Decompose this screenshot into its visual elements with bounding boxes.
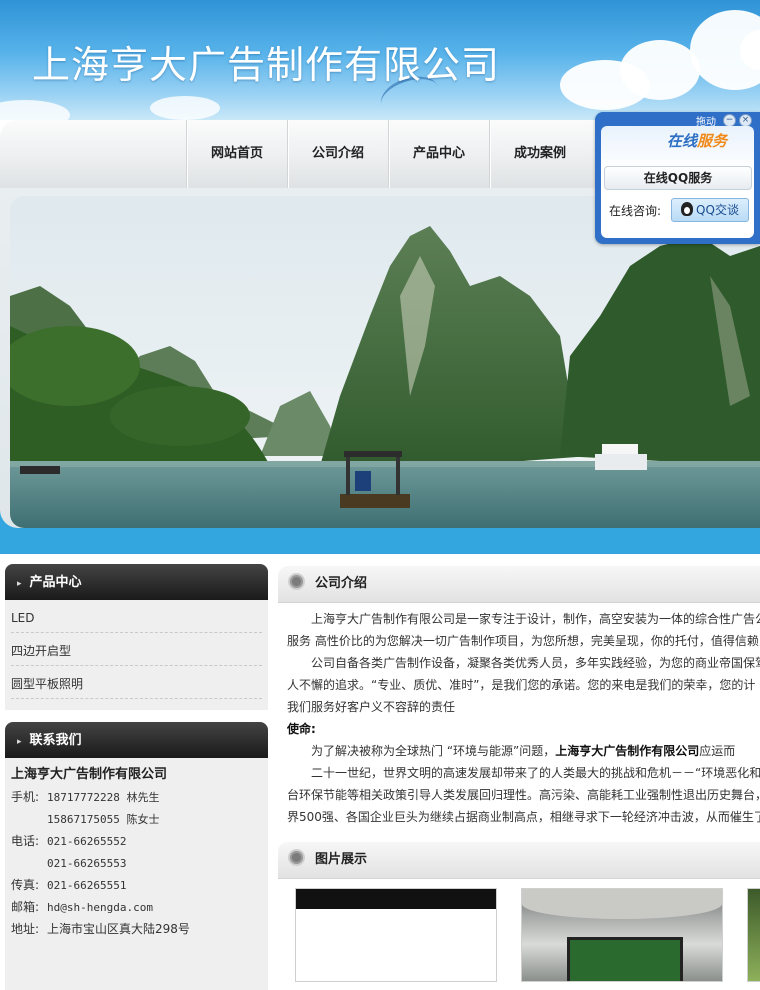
contact-info: 上海亨大广告制作有限公司 手机: 18717772228 林先生 15867175… <box>5 758 268 990</box>
mission-label: 使命: <box>287 722 316 736</box>
left-sidebar: ▸ 产品中心 LED 四边开启型 圆型平板照明 ▸ 联系我们 上海亨大广告制作有限公… <box>5 564 268 990</box>
online-service-logo: 在线服务 <box>667 132 728 150</box>
product-item-round-panel[interactable]: 圆型平板照明 <box>11 666 262 699</box>
products-box-title: ▸ 产品中心 <box>5 564 268 600</box>
nav-item-cases[interactable]: 成功案例 <box>489 120 590 188</box>
arrow-right-icon: ▸ <box>17 737 22 747</box>
gallery-thumbnail[interactable] <box>295 888 497 982</box>
contact-mobile-1: 手机: 18717772228 林先生 <box>11 790 160 804</box>
contact-box-title: ▸ 联系我们 <box>5 722 268 758</box>
nav-item-products[interactable]: 产品中心 <box>388 120 489 188</box>
cloud-decoration <box>150 96 220 120</box>
banner-image <box>10 196 760 528</box>
cloud-decoration <box>620 40 700 100</box>
qq-service-widget[interactable]: 拖动 − × 在线服务 在线QQ服务 在线咨询: QQ交谈 <box>595 112 760 244</box>
qq-penguin-icon <box>681 202 694 216</box>
contact-address: 地址: 上海市宝山区真大陆298号 <box>11 922 190 936</box>
intro-section-header: 公司介绍 <box>278 566 760 603</box>
site-header: 上海亨大广告制作有限公司 <box>0 0 760 120</box>
qq-chat-button[interactable]: QQ交谈 <box>671 198 749 222</box>
consult-label: 在线咨询: <box>609 204 662 218</box>
product-item-four-side[interactable]: 四边开启型 <box>11 633 262 666</box>
contact-email: 邮箱: hd@sh-hengda.com <box>11 900 153 914</box>
bullet-circle-icon <box>288 573 305 590</box>
cloud-decoration <box>0 100 70 120</box>
bullet-circle-icon <box>288 849 305 866</box>
arrow-right-icon: ▸ <box>17 579 22 589</box>
nav-item-about[interactable]: 公司介绍 <box>287 120 388 188</box>
nav-item-home[interactable]: 网站首页 <box>186 120 287 188</box>
product-item-led[interactable]: LED <box>11 600 262 633</box>
contact-mobile-2: 15867175055 陈女士 <box>47 813 160 826</box>
contact-fax: 传真: 021-66265551 <box>11 878 127 892</box>
gallery-thumbnail[interactable] <box>521 888 723 982</box>
gallery-section-header: 图片展示 <box>278 842 760 879</box>
qq-service-title: 在线QQ服务 <box>604 166 752 190</box>
company-intro-text: 上海亨大广告制作有限公司是一家专注于设计，制作，高空安装为一体的综合性广告公 服… <box>287 612 760 824</box>
site-title: 上海亨大广告制作有限公司 <box>32 43 501 87</box>
contact-tel-1: 电话: 021-66265552 <box>11 834 127 848</box>
contact-tel-2: 021-66265553 <box>47 857 127 870</box>
contact-company: 上海亨大广告制作有限公司 <box>11 767 168 782</box>
gallery-thumbnail[interactable] <box>747 888 760 982</box>
qq-panel: 在线服务 在线QQ服务 在线咨询: QQ交谈 <box>601 126 754 238</box>
product-list: LED 四边开启型 圆型平板照明 <box>5 600 268 710</box>
